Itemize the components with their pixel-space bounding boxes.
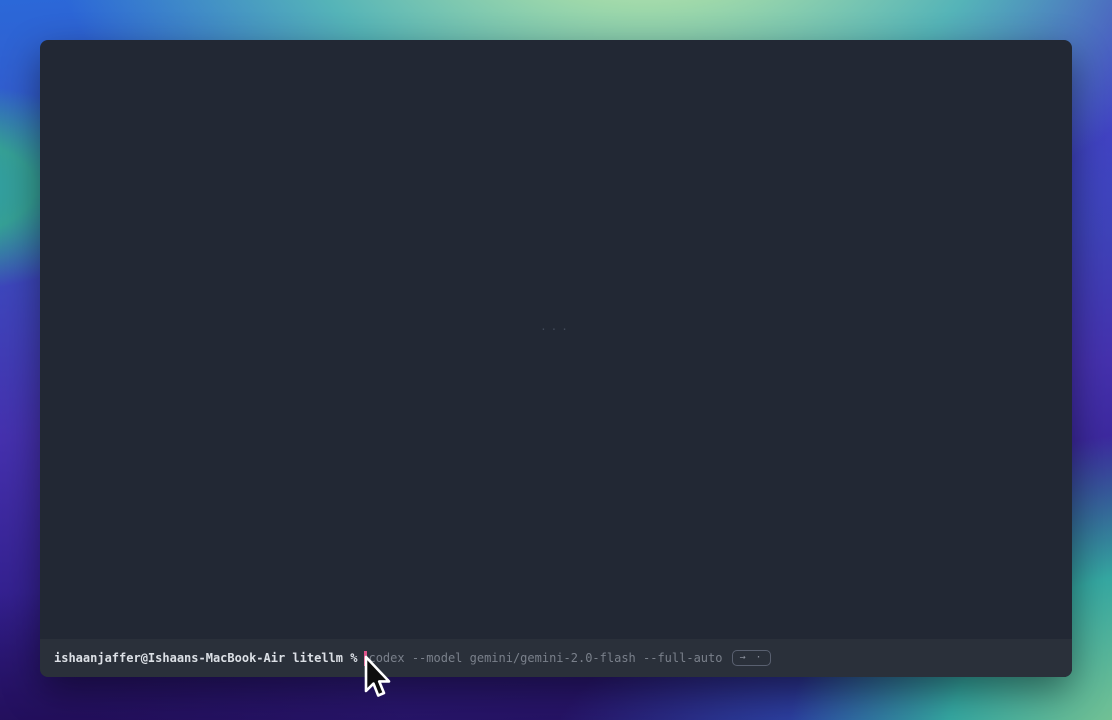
prompt-autosuggestion: codex --model gemini/gemini-2.0-flash --… bbox=[368, 650, 722, 666]
prompt-symbol: % bbox=[350, 650, 357, 666]
text-cursor-beam-icon bbox=[364, 651, 367, 666]
terminal-loading-ellipsis: ··· bbox=[40, 323, 1072, 336]
terminal-prompt-line[interactable]: ishaanjaffer@Ishaans-MacBook-Air litellm… bbox=[40, 639, 1072, 677]
autosuggest-key-hint-badge: → · bbox=[732, 650, 770, 666]
terminal-output-area: ··· bbox=[40, 40, 1072, 639]
prompt-directory: litellm bbox=[292, 650, 343, 666]
prompt-space-1 bbox=[285, 650, 292, 666]
prompt-user-host: ishaanjaffer@Ishaans-MacBook-Air bbox=[54, 650, 285, 666]
terminal-window[interactable]: ··· ishaanjaffer@Ishaans-MacBook-Air lit… bbox=[40, 40, 1072, 677]
prompt-space-2 bbox=[343, 650, 350, 666]
